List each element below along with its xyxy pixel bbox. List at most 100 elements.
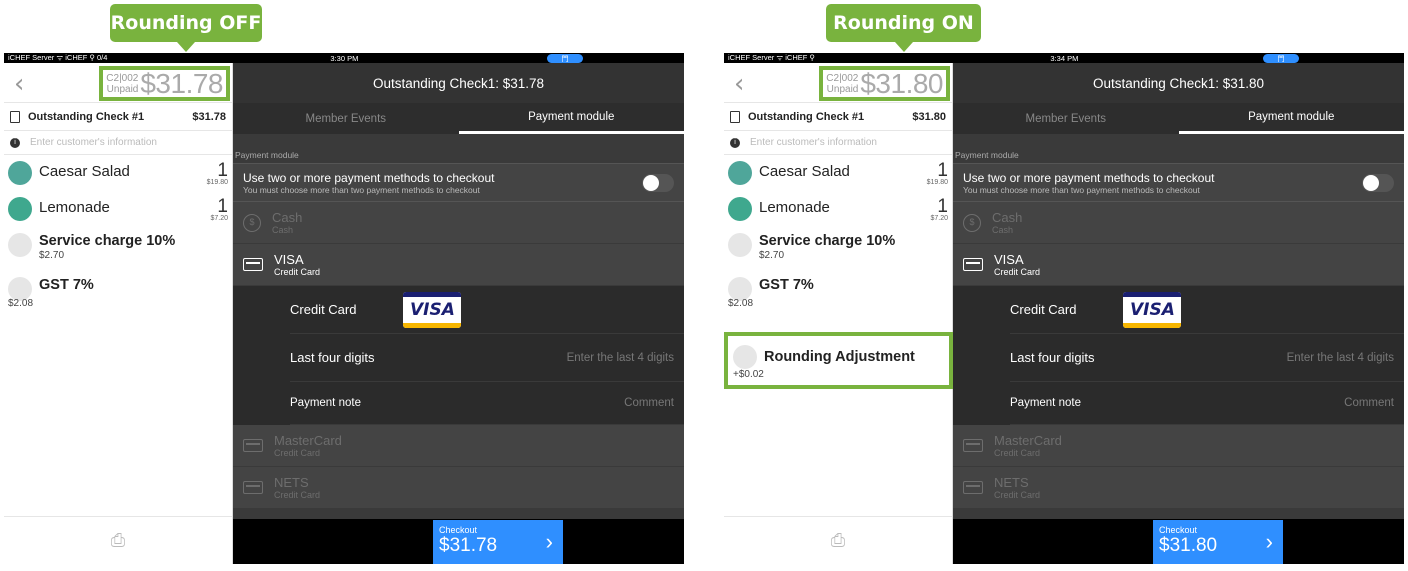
item-qty-block: 1 $19.80 <box>926 160 948 186</box>
check-row[interactable]: Outstanding Check #1 $31.78 <box>4 103 232 131</box>
multi-payment-toggle[interactable] <box>1362 173 1394 192</box>
last4-input[interactable]: Enter the last 4 digits <box>1287 352 1394 364</box>
charge-item[interactable]: GST 7% $2.08 <box>724 275 952 319</box>
customer-placeholder: Enter customer's information <box>750 137 877 148</box>
payment-method-mastercard[interactable]: MasterCard Credit Card <box>953 425 1404 467</box>
item-qty: 1 <box>937 160 948 181</box>
charge-item[interactable]: GST 7% $2.08 <box>4 275 232 319</box>
checkout-button[interactable]: Checkout $31.80 › <box>1153 520 1283 564</box>
item-price: $7.20 <box>930 215 948 222</box>
printer-icon[interactable]: ⎙ <box>4 516 232 564</box>
info-icon: i <box>10 137 20 148</box>
method-title: MasterCard <box>994 433 1062 448</box>
printer-icon[interactable]: ⎙ <box>724 516 952 564</box>
charge-item[interactable]: Service charge 10% $2.70 <box>724 231 952 275</box>
list-item[interactable]: Lemonade 1 $7.20 <box>724 193 952 231</box>
ipad-screen: iCHEF Server ᯤ iCHEF ⚲ 3:34 PM 門 ⏏ 0/3 ✱… <box>724 53 1404 564</box>
visa-logo-icon: VISA <box>1123 291 1182 328</box>
order-code: C2|002 Unpaid <box>826 72 859 95</box>
payment-method-cash[interactable]: $ Cash Cash <box>953 202 1404 244</box>
last4-label: Last four digits <box>290 350 375 365</box>
check-row[interactable]: Outstanding Check #1 $31.80 <box>724 103 952 131</box>
last-four-row[interactable]: Last four digits Enter the last 4 digits <box>1010 334 1404 382</box>
card-label: Credit Card <box>1010 302 1077 317</box>
list-item[interactable]: Lemonade 1 $7.20 <box>4 193 232 231</box>
credit-card-row: Credit Card VISA <box>290 286 684 334</box>
charge-value: $2.08 <box>8 298 34 309</box>
status-pill: 門 <box>1263 53 1299 63</box>
method-sub: Credit Card <box>274 448 321 458</box>
item-qty-block: 1 $7.20 <box>210 197 228 222</box>
charge-value: $2.70 <box>759 250 785 261</box>
last4-input[interactable]: Enter the last 4 digits <box>567 352 674 364</box>
status-pill: 門 <box>547 53 583 63</box>
back-chevron-icon[interactable]: ‹ <box>14 69 24 99</box>
method-title: Cash <box>992 210 1023 225</box>
order-amount: $31.78 <box>140 67 223 99</box>
back-chevron-icon[interactable]: ‹ <box>734 69 744 99</box>
credit-card-row: Credit Card VISA <box>1010 286 1404 334</box>
charge-avatar <box>8 233 32 257</box>
rounding-adjustment-row[interactable]: Rounding Adjustment +$0.02 <box>724 332 953 389</box>
payment-method-visa[interactable]: VISA Credit Card <box>233 244 684 286</box>
method-sub: Credit Card <box>994 490 1041 500</box>
list-item[interactable]: Caesar Salad 1 $19.80 <box>724 155 952 193</box>
credit-card-icon <box>243 258 263 271</box>
cash-icon: $ <box>243 213 261 232</box>
customer-placeholder: Enter customer's information <box>30 137 157 148</box>
status-bar: iCHEF Server ᯤ iCHEF ⚲ 3:34 PM 門 ⏏ 0/3 ✱… <box>724 53 1404 564</box>
method-title: Cash <box>272 210 303 225</box>
tab-member-events[interactable]: Member Events <box>233 103 459 134</box>
method-sub: Credit Card <box>994 267 1041 277</box>
rounding-avatar <box>733 345 757 369</box>
status-time: 3:30 PM <box>330 53 359 63</box>
checkout-amount: $31.78 <box>439 535 498 556</box>
checkout-amount: $31.80 <box>1159 535 1218 556</box>
payment-method-mastercard[interactable]: MasterCard Credit Card <box>233 425 684 467</box>
note-label: Payment note <box>290 397 361 409</box>
note-input[interactable]: Comment <box>1344 397 1394 409</box>
multi-payment-toggle[interactable] <box>642 173 674 192</box>
payment-note-row[interactable]: Payment note Comment <box>1010 382 1404 425</box>
item-price: $19.80 <box>926 179 948 186</box>
last4-label: Last four digits <box>1010 350 1095 365</box>
customer-info-input[interactable]: i Enter customer's information <box>4 131 232 155</box>
item-avatar <box>8 197 32 221</box>
method-sub: Cash <box>272 225 294 235</box>
item-name: Caesar Salad <box>39 163 130 180</box>
ipad-screen: iCHEF Server ᯤ iCHEF ⚲ 0/4 3:30 PM 門 ⏏ 3… <box>4 53 684 564</box>
customer-info-input[interactable]: i Enter customer's information <box>724 131 952 155</box>
item-qty: 1 <box>937 196 948 217</box>
section-title: Payment module <box>955 150 1019 160</box>
item-price: $19.80 <box>206 179 228 186</box>
payment-method-cash[interactable]: $ Cash Cash <box>233 202 684 244</box>
last-four-row[interactable]: Last four digits Enter the last 4 digits <box>290 334 684 382</box>
note-input[interactable]: Comment <box>624 397 674 409</box>
multi-sub: You must choose more than two payment me… <box>963 184 1200 195</box>
credit-card-icon <box>963 481 983 494</box>
section-title: Payment module <box>235 150 299 160</box>
method-title: VISA <box>274 252 304 267</box>
visa-detail: Credit Card VISA Last four digits Enter … <box>953 286 1404 425</box>
item-name: Lemonade <box>759 199 830 216</box>
charge-value: $2.70 <box>39 250 65 261</box>
payment-method-nets[interactable]: NETS Credit Card <box>953 467 1404 509</box>
tab-member-events[interactable]: Member Events <box>953 103 1179 134</box>
payment-note-row[interactable]: Payment note Comment <box>290 382 684 425</box>
check-label: Outstanding Check #1 <box>28 110 145 123</box>
payment-method-nets[interactable]: NETS Credit Card <box>233 467 684 509</box>
multi-title: Use two or more payment methods to check… <box>963 170 1215 185</box>
tab-payment-module[interactable]: Payment module <box>1178 103 1404 134</box>
charge-name: GST 7% <box>39 277 94 293</box>
payment-method-visa[interactable]: VISA Credit Card <box>953 244 1404 286</box>
order-code: C2|002 Unpaid <box>106 72 139 95</box>
list-item[interactable]: Caesar Salad 1 $19.80 <box>4 155 232 193</box>
checkout-button[interactable]: Checkout $31.78 › <box>433 520 563 564</box>
tab-payment-module[interactable]: Payment module <box>458 103 684 134</box>
credit-card-icon <box>963 258 983 271</box>
charge-item[interactable]: Service charge 10% $2.70 <box>4 231 232 275</box>
multi-payment-row[interactable]: Use two or more payment methods to check… <box>953 163 1404 202</box>
rounding-name: Rounding Adjustment <box>764 349 915 365</box>
multi-payment-row[interactable]: Use two or more payment methods to check… <box>233 163 684 202</box>
order-sidebar: ‹ C2|002 Unpaid $31.80 Outstanding Check … <box>724 63 953 564</box>
